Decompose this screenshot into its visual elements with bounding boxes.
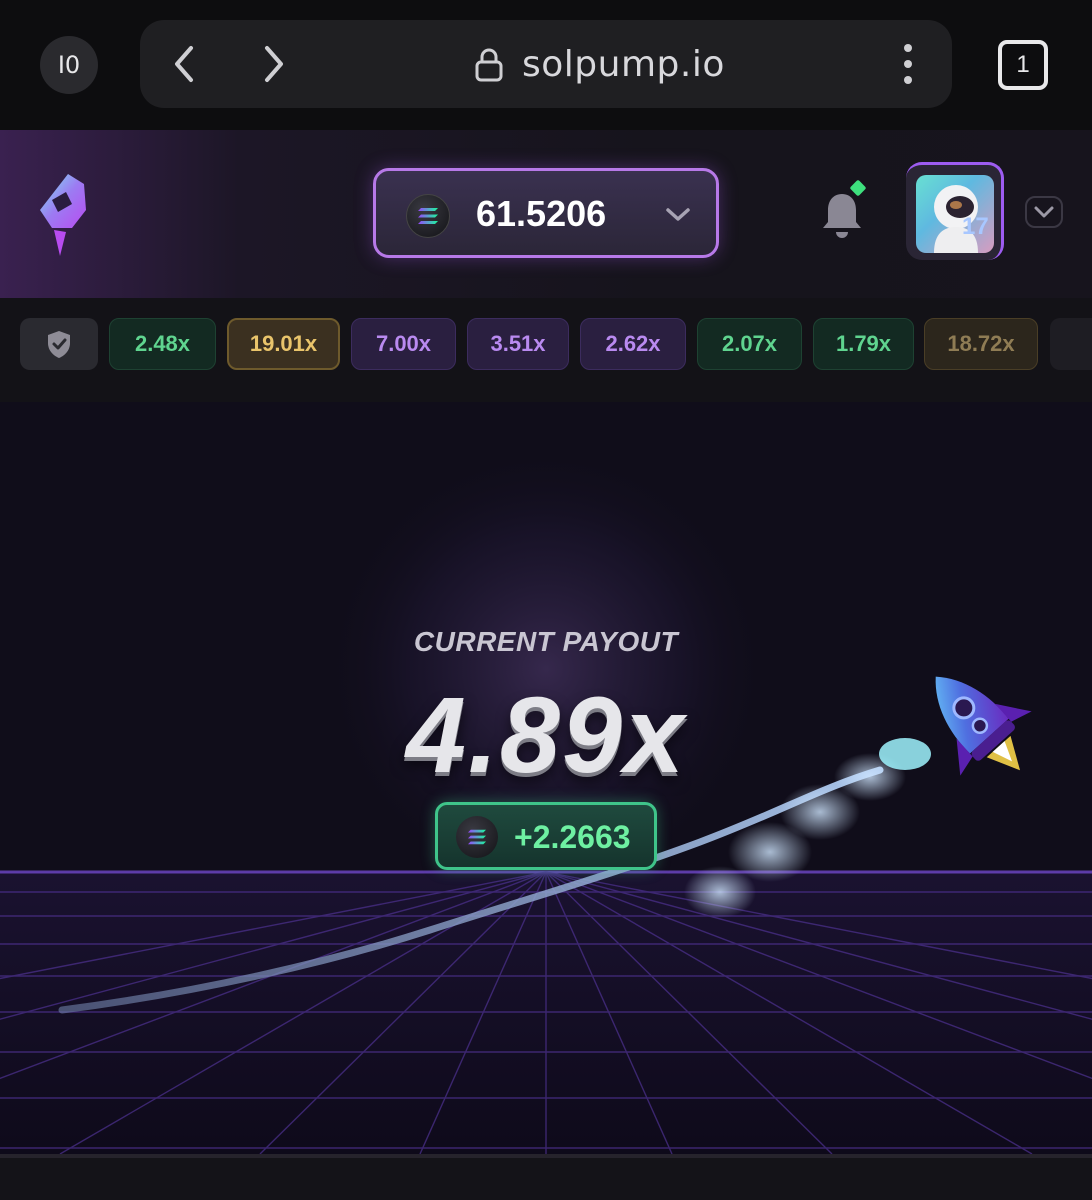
balance-amount: 61.5206 [476, 193, 607, 234]
level-badge: 17 [962, 213, 989, 240]
solana-coin-icon [456, 816, 498, 858]
forward-icon[interactable] [256, 46, 292, 82]
profit-badge: +2.2663 [435, 802, 657, 870]
lock-icon [474, 48, 504, 82]
balance-selector[interactable]: 61.5206 [373, 168, 719, 258]
crash-game-canvas: CURRENT PAYOUT 4.89x +2.2663 [0, 402, 1092, 1154]
history-multiplier-chip[interactable]: 19.01x [227, 318, 340, 370]
history-multiplier-chip[interactable]: 2.07x [697, 318, 802, 370]
provably-fair-shield-icon[interactable] [20, 318, 98, 370]
app-header: 61.5206 17 [0, 130, 1092, 298]
address-bar[interactable]: solpump.io [140, 20, 952, 108]
account-menu-chevron-icon[interactable] [1025, 196, 1063, 228]
more-options-icon[interactable] [896, 44, 920, 84]
payout-label: CURRENT PAYOUT [413, 626, 679, 657]
solpump-logo[interactable] [32, 170, 92, 260]
url-text: solpump.io [522, 44, 725, 85]
history-multiplier-chip[interactable]: 7.00x [351, 318, 456, 370]
history-multiplier-chip[interactable]: 1.79x [813, 318, 914, 370]
current-multiplier: 4.89x [405, 674, 687, 795]
notification-bell-icon[interactable] [820, 190, 864, 238]
history-multiplier-chip[interactable]: 2.48x [109, 318, 216, 370]
history-multiplier-chip[interactable]: 2.62x [580, 318, 686, 370]
history-multiplier-chip[interactable]: 18.72x [924, 318, 1038, 370]
back-icon[interactable] [166, 46, 202, 82]
solana-coin-icon [406, 194, 450, 238]
history-multiplier-chip-partial [1050, 318, 1092, 370]
tab-switcher-button[interactable]: 1 [998, 40, 1048, 90]
multiplier-history: 2.48x 19.01x 7.00x 3.51x 2.62x 2.07x 1.7… [0, 298, 1092, 402]
profit-amount: +2.2663 [514, 819, 631, 855]
history-multiplier-chip[interactable]: 3.51x [467, 318, 569, 370]
user-avatar-button[interactable]: 17 [906, 162, 1004, 260]
browser-profile-button[interactable]: I0 [40, 36, 98, 94]
browser-toolbar: I0 solpump.io 1 [0, 0, 1092, 130]
chevron-down-icon [664, 203, 692, 232]
bottom-panel [0, 1154, 1092, 1200]
